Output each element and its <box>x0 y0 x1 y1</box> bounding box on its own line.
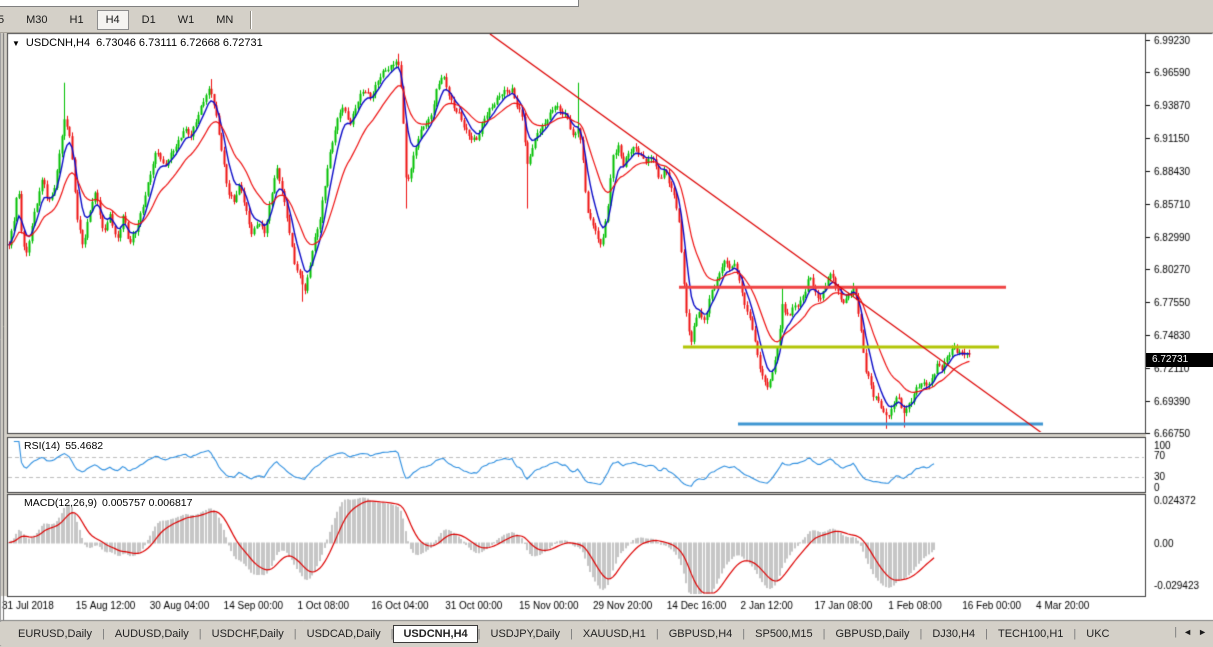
chart-tab-gbpusd-daily[interactable]: GBPUSD,Daily <box>825 625 919 643</box>
rsi-pane[interactable] <box>8 438 1145 491</box>
tab-scroll-buttons: | ◄ ► <box>1170 624 1211 640</box>
chart-tab-ukc[interactable]: UKC <box>1076 625 1119 643</box>
chart-tab-usdchf-daily[interactable]: USDCHF,Daily <box>202 625 294 643</box>
toolbar-separator <box>250 11 252 29</box>
time-axis[interactable] <box>0 596 1213 620</box>
tf-button-w1[interactable]: W1 <box>169 10 204 30</box>
chart-tab-dj30-h4[interactable]: DJ30,H4 <box>922 625 985 643</box>
tab-separator: | <box>1174 626 1177 638</box>
chart-tab-audusd-daily[interactable]: AUDUSD,Daily <box>105 625 199 643</box>
tf-button-m30[interactable]: M30 <box>17 10 56 30</box>
timeframe-toolbar: 5M30H1H4D1W1MN <box>0 8 1213 33</box>
chart-tab-eurusd-daily[interactable]: EURUSD,Daily <box>8 625 102 643</box>
tf-button-mn[interactable]: MN <box>207 10 242 30</box>
price-pane[interactable] <box>8 34 1145 432</box>
upper-panel-edge <box>0 0 1213 8</box>
chart-tab-sp500-m15[interactable]: SP500,M15 <box>745 625 822 643</box>
tf-button-d1[interactable]: D1 <box>133 10 165 30</box>
chart-tab-bar: EURUSD,Daily|AUDUSD,Daily|USDCHF,Daily|U… <box>0 622 1213 645</box>
price-axis[interactable] <box>1146 33 1213 596</box>
chart-tab-tech100-h1[interactable]: TECH100,H1 <box>988 625 1073 643</box>
market-watch-edge <box>0 0 579 7</box>
tf-button-h1[interactable]: H1 <box>61 10 93 30</box>
macd-pane[interactable] <box>8 495 1145 595</box>
tab-scroll-left-icon[interactable]: ◄ <box>1183 627 1192 637</box>
tab-scroll-right-icon[interactable]: ► <box>1198 627 1207 637</box>
chart-tab-usdjpy-daily[interactable]: USDJPY,Daily <box>481 625 571 643</box>
tf-button-5[interactable]: 5 <box>0 10 13 30</box>
chart-tab-xauusd-h1[interactable]: XAUUSD,H1 <box>573 625 656 643</box>
chart-tab-usdcad-daily[interactable]: USDCAD,Daily <box>297 625 391 643</box>
chart-tab-gbpusd-h4[interactable]: GBPUSD,H4 <box>659 625 743 643</box>
chart-tab-usdcnh-h4[interactable]: USDCNH,H4 <box>393 625 477 643</box>
tf-button-h4[interactable]: H4 <box>97 10 129 30</box>
